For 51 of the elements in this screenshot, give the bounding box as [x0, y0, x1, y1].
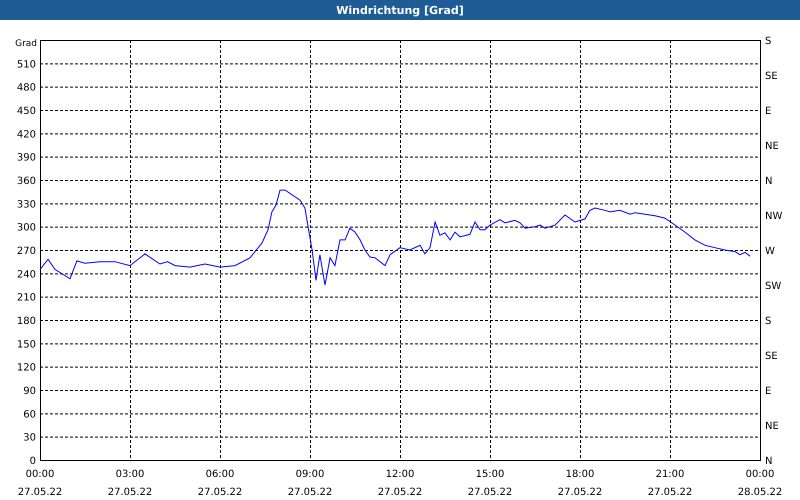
axis-label: 00:00	[26, 469, 54, 480]
axis-label: 120	[16, 362, 36, 374]
axis-label: 03:00	[116, 469, 144, 480]
axis-label: N	[765, 456, 772, 467]
axis-label: 30	[23, 432, 36, 444]
axis-label: 210	[16, 292, 36, 304]
axis-label: NW	[765, 211, 782, 222]
axis-label: 420	[16, 129, 36, 140]
axis-label: NE	[765, 421, 779, 432]
chart-title: Windrichtung [Grad]	[0, 0, 800, 20]
axis-label: 240	[16, 269, 36, 280]
axis-label: W	[765, 246, 775, 257]
axis-label: N	[765, 176, 772, 187]
axis-label: 60	[23, 409, 36, 420]
axis-label: 21:00	[656, 469, 684, 480]
axis-label: 330	[16, 199, 36, 210]
axis-label: 27.05.22	[288, 487, 332, 498]
axis-label: 12:00	[386, 469, 414, 480]
axis-label: 27.05.22	[378, 487, 422, 498]
axis-label: 18:00	[566, 469, 594, 480]
axis-label: 360	[16, 176, 36, 187]
axis-label: SW	[765, 281, 782, 292]
axis-label: NE	[765, 141, 779, 152]
axis-label: 480	[16, 82, 36, 94]
axis-label: 27.05.22	[18, 487, 62, 498]
axis-label: 0	[30, 456, 36, 467]
axis-label: S	[765, 36, 772, 47]
axis-label: 27.05.22	[558, 487, 602, 498]
axis-label: 27.05.22	[198, 487, 242, 498]
axis-label: 06:00	[206, 469, 234, 480]
axis-label: 510	[16, 59, 36, 70]
axis-label: 150	[16, 339, 36, 350]
axis-label: 27.05.22	[468, 487, 512, 498]
axis-label: E	[765, 386, 772, 397]
axis-label: SE	[765, 71, 778, 82]
axis-label: 450	[16, 106, 36, 117]
axis-label: 90	[23, 386, 36, 397]
axis-label: 390	[16, 152, 36, 164]
axis-label: 09:00	[296, 469, 324, 480]
axis-title: Grad	[15, 39, 37, 49]
axis-label: 180	[16, 316, 36, 327]
axis-label: SE	[765, 351, 778, 362]
axis-label: E	[765, 106, 772, 117]
axis-label: 28.05.22	[738, 487, 782, 498]
axis-label: 15:00	[476, 469, 504, 480]
axis-label: 27.05.22	[648, 487, 692, 498]
axis-label: 300	[16, 222, 36, 234]
axis-label: 00:00	[746, 469, 774, 480]
axis-label: 27.05.22	[108, 487, 152, 498]
axis-label: 270	[16, 246, 36, 257]
axis-label: S	[765, 316, 772, 327]
